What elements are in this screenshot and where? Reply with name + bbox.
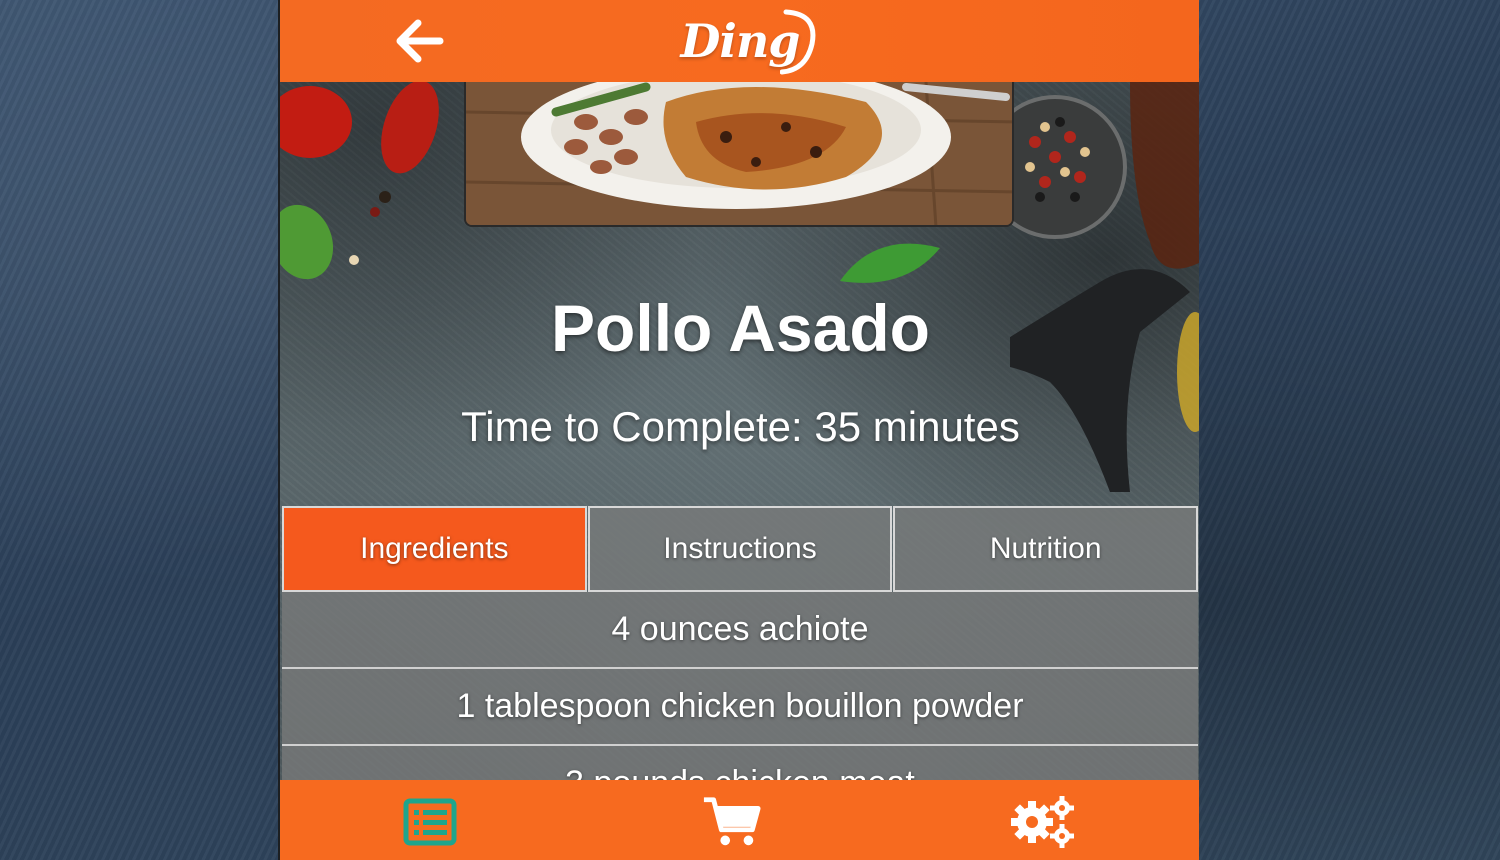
arrow-left-icon [396,19,444,63]
shopping-cart-button[interactable] [702,794,762,850]
list-item: 4 ounces achiote [282,592,1198,669]
back-button[interactable] [392,14,446,68]
gears-icon [1011,796,1074,848]
top-bar: Ding [280,0,1199,82]
recipe-list-button[interactable] [400,794,460,850]
list-item: 1 tablespoon chicken bouillon powder [282,669,1198,746]
app-logo: Ding [660,4,820,78]
tomatoes-decoration [280,82,439,280]
recipe-tabs: Ingredients Instructions Nutrition [282,506,1199,592]
bottom-bar [280,780,1199,860]
tab-instructions[interactable]: Instructions [587,506,893,592]
logo-swirl-icon [780,9,816,75]
recipe-title: Pollo Asado [551,291,930,365]
tab-nutrition[interactable]: Nutrition [893,506,1199,592]
plate-image [466,82,1012,225]
list-icon [403,798,457,846]
time-to-complete: Time to Complete: 35 minutes [461,403,1020,450]
tab-ingredients[interactable]: Ingredients [282,506,587,592]
app-screen: Ding Pollo Asado Time to Complete: 35 mi… [278,0,1199,860]
leaf-decoration [840,243,940,283]
recipe-photo [464,82,1014,227]
cart-icon [703,797,761,846]
settings-button[interactable] [1008,794,1078,850]
